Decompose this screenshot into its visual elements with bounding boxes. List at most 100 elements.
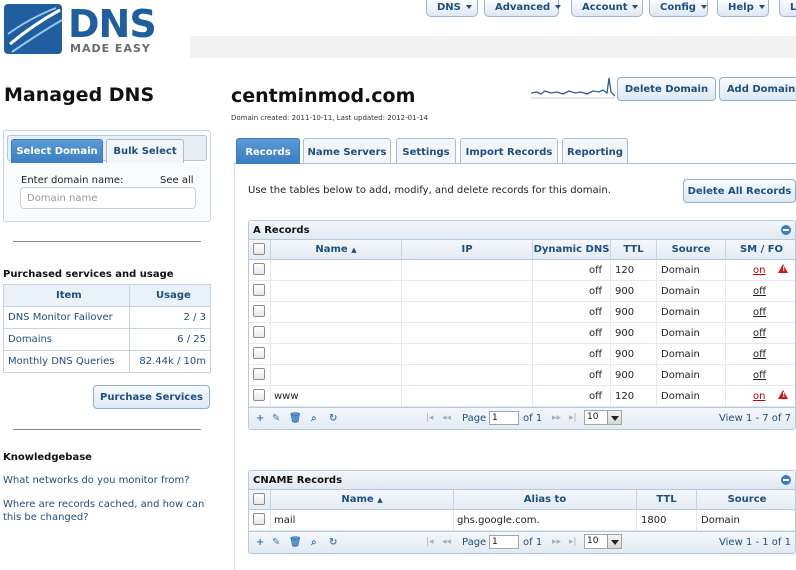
usage-item[interactable]: Domains xyxy=(8,334,52,345)
collapse-icon[interactable] xyxy=(781,225,791,235)
last-page-icon[interactable]: ▸| xyxy=(569,413,577,423)
tab-select-domain[interactable]: Select Domain xyxy=(11,139,103,163)
domain-search-input[interactable]: Domain name xyxy=(20,187,196,209)
table-row[interactable]: off 900 Domain off xyxy=(249,323,795,344)
cell-ttl: 900 xyxy=(611,281,657,302)
row-checkbox[interactable] xyxy=(253,305,265,317)
next-page-icon[interactable]: ▸▸ xyxy=(552,537,561,547)
sm-fo-toggle-link[interactable]: on xyxy=(753,265,765,276)
sm-fo-toggle-link[interactable]: off xyxy=(753,307,766,318)
nav-dns[interactable]: DNS xyxy=(426,0,478,17)
page-input[interactable]: 1 xyxy=(489,411,519,425)
col-source[interactable]: Source xyxy=(657,240,726,260)
chevron-down-icon xyxy=(700,5,707,9)
nav-advanced[interactable]: Advanced xyxy=(484,0,562,17)
see-all-link[interactable]: See all xyxy=(160,175,194,186)
col-ttl[interactable]: TTL xyxy=(637,490,697,510)
search-icon[interactable]: ⌕ xyxy=(311,537,317,548)
edit-icon[interactable]: ✎ xyxy=(272,413,280,424)
logo[interactable]: DNS MADE EASY xyxy=(4,4,194,56)
domain-select-panel: Select Domain Bulk Select Enter domain n… xyxy=(3,130,211,222)
warning-icon xyxy=(778,264,788,273)
table-row[interactable]: www off 120 Domain on xyxy=(249,386,795,407)
logo-globe-icon xyxy=(4,4,63,54)
cell-source: Domain xyxy=(657,365,726,386)
prev-page-icon[interactable]: ◂◂ xyxy=(442,537,451,547)
col-ttl[interactable]: TTL xyxy=(611,240,657,260)
per-page-select[interactable]: 10 xyxy=(584,410,622,425)
cell-name xyxy=(271,260,402,281)
refresh-icon[interactable]: ↻ xyxy=(329,413,337,424)
kb-link[interactable]: Where are records cached, and how can th… xyxy=(3,498,215,524)
delete-domain-button[interactable]: Delete Domain xyxy=(617,77,716,101)
edit-icon[interactable]: ✎ xyxy=(272,537,280,548)
row-checkbox[interactable] xyxy=(253,263,265,275)
prev-page-icon[interactable]: ◂◂ xyxy=(442,413,451,423)
col-name[interactable]: Name ▲ xyxy=(271,490,454,510)
records-intro: Use the tables below to add, modify, and… xyxy=(248,185,611,196)
sm-fo-toggle-link[interactable]: on xyxy=(753,391,765,402)
nav-logout[interactable]: Lo xyxy=(779,0,796,17)
kb-link[interactable]: What networks do you monitor from? xyxy=(3,474,213,487)
select-all-checkbox[interactable] xyxy=(253,493,265,505)
tab-records[interactable]: Records xyxy=(236,138,300,164)
nav-help[interactable]: Help xyxy=(717,0,769,17)
table-row[interactable]: off 900 Domain off xyxy=(249,365,795,386)
nav-account[interactable]: Account xyxy=(571,0,643,17)
col-dynamic-dns[interactable]: Dynamic DNS xyxy=(533,240,611,260)
delete-icon[interactable]: 🗑 xyxy=(289,537,302,548)
purchased-title: Purchased services and usage xyxy=(3,269,174,280)
tab-bulk-select[interactable]: Bulk Select xyxy=(106,139,184,163)
usage-item[interactable]: DNS Monitor Failover xyxy=(8,312,113,323)
table-row[interactable]: off 900 Domain off xyxy=(249,302,795,323)
col-source[interactable]: Source xyxy=(697,490,795,510)
chevron-down-icon xyxy=(758,5,765,9)
domain-title: centminmod.com xyxy=(231,85,416,107)
table-row[interactable]: off 900 Domain off xyxy=(249,344,795,365)
row-checkbox[interactable] xyxy=(253,368,265,380)
add-domains-button[interactable]: Add Domains xyxy=(719,77,796,101)
select-all-checkbox[interactable] xyxy=(253,243,265,255)
col-ip[interactable]: IP xyxy=(402,240,533,260)
add-icon[interactable]: + xyxy=(256,537,264,548)
usage-item[interactable]: Monthly DNS Queries xyxy=(8,356,115,367)
sm-fo-toggle-link[interactable]: off xyxy=(753,286,766,297)
row-checkbox[interactable] xyxy=(253,389,265,401)
first-page-icon[interactable]: |◂ xyxy=(426,537,434,547)
delete-icon[interactable]: 🗑 xyxy=(289,413,302,424)
col-alias[interactable]: Alias to xyxy=(454,490,637,510)
refresh-icon[interactable]: ↻ xyxy=(329,537,337,548)
table-row[interactable]: off 900 Domain off xyxy=(249,281,795,302)
col-name[interactable]: Name ▲ xyxy=(271,240,402,260)
last-page-icon[interactable]: ▸| xyxy=(569,537,577,547)
logo-subtitle: MADE EASY xyxy=(70,42,151,55)
tab-import-records[interactable]: Import Records xyxy=(460,138,558,164)
row-checkbox[interactable] xyxy=(253,284,265,296)
a-records-body: off120Domainonoff900Domainoffoff900Domai… xyxy=(249,260,795,407)
sm-fo-toggle-link[interactable]: off xyxy=(753,349,766,360)
tab-settings[interactable]: Settings xyxy=(396,138,456,164)
search-icon[interactable]: ⌕ xyxy=(311,413,317,424)
row-checkbox[interactable] xyxy=(253,347,265,359)
row-checkbox[interactable] xyxy=(253,326,265,338)
first-page-icon[interactable]: |◂ xyxy=(426,413,434,423)
query-sparkline[interactable] xyxy=(531,76,615,102)
sm-fo-toggle-link[interactable]: off xyxy=(753,328,766,339)
sm-fo-toggle-link[interactable]: off xyxy=(753,370,766,381)
per-page-select[interactable]: 10 xyxy=(584,534,622,549)
nav-config[interactable]: Config xyxy=(649,0,708,17)
table-row[interactable]: off 120 Domain on xyxy=(249,260,795,281)
table-row[interactable]: mail ghs.google.com. 1800 Domain xyxy=(249,510,795,531)
cell-ttl: 1800 xyxy=(637,510,697,531)
tab-reporting[interactable]: Reporting xyxy=(562,138,628,164)
purchase-services-button[interactable]: Purchase Services xyxy=(93,385,210,409)
page-input[interactable]: 1 xyxy=(489,535,519,549)
sort-icon: ▲ xyxy=(377,496,383,504)
delete-all-records-button[interactable]: Delete All Records xyxy=(683,179,796,203)
next-page-icon[interactable]: ▸▸ xyxy=(552,413,561,423)
add-icon[interactable]: + xyxy=(256,413,264,424)
tab-name-servers[interactable]: Name Servers xyxy=(303,138,391,164)
row-checkbox[interactable] xyxy=(253,513,265,525)
col-sm-fo[interactable]: SM / FO xyxy=(726,240,795,260)
collapse-icon[interactable] xyxy=(781,475,791,485)
